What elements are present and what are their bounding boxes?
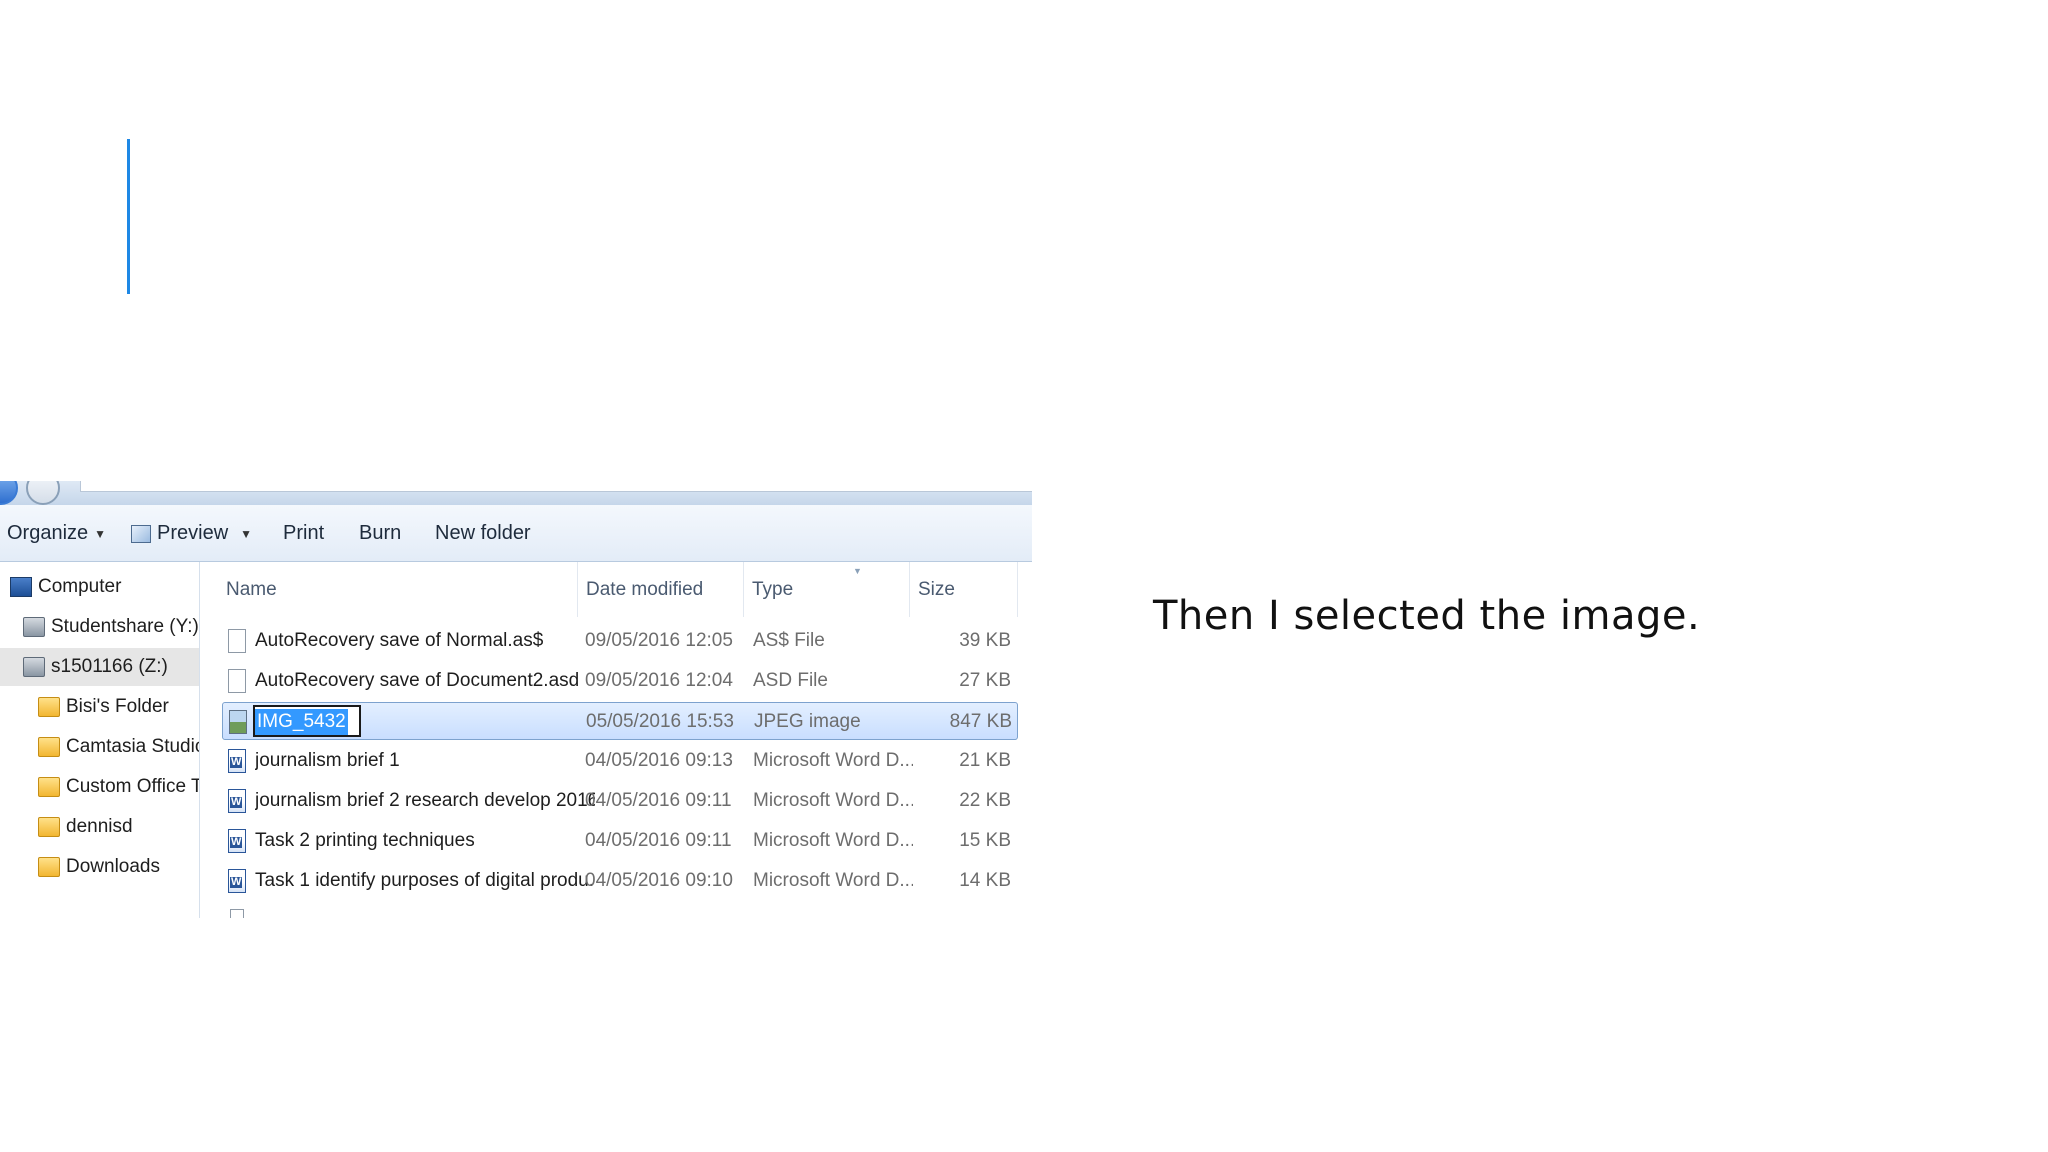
file-size: 39 KB [959,630,1011,651]
nav-item-studentshare[interactable]: Studentshare (Y:) [0,608,199,646]
file-size: 22 KB [959,790,1011,811]
file-type: ASD File [753,670,828,691]
file-row[interactable]: journalism brief 2 research develop 2016… [222,782,1018,820]
back-button[interactable] [0,481,18,505]
column-header-name[interactable]: Name [218,562,578,617]
new-folder-button[interactable]: New folder [435,505,531,561]
file-size: 14 KB [959,870,1011,891]
nav-item-label: Studentshare (Y:) [51,616,199,637]
file-name: journalism brief 1 [255,750,400,771]
explorer-window-screenshot: Organize ▼ Preview ▼ Print Burn New folder… [0,481,1032,918]
burn-button[interactable]: Burn [359,505,401,561]
rename-input[interactable]: IMG_5432 [253,705,361,737]
rename-selected-text: IMG_5432 [255,709,348,735]
file-type: Microsoft Word D... [753,870,913,891]
column-header-size[interactable]: Size [910,562,1018,617]
file-row[interactable]: AutoRecovery save of Normal.as$ 09/05/20… [222,622,1018,660]
nav-item-label: Bisi's Folder [66,696,169,717]
image-icon [229,710,247,734]
file-type: Microsoft Word D... [753,790,913,811]
document-icon [228,629,246,653]
file-row-selected[interactable]: IMG_5432 05/05/2016 15:53 JPEG image 847… [222,702,1018,740]
file-date: 09/05/2016 12:04 [585,670,733,691]
nav-item-label: Downloads [66,856,160,877]
nav-item-downloads[interactable]: Downloads [0,848,199,886]
file-type: Microsoft Word D... [753,830,913,851]
file-type: AS$ File [753,630,825,651]
file-size: 21 KB [959,750,1011,771]
dropdown-arrow-icon: ▼ [240,526,253,541]
word-document-icon [228,749,246,773]
file-name: Task 1 identify purposes of digital prod… [255,870,595,891]
nav-item-label: dennisd [66,816,133,837]
preview-icon [131,524,151,543]
file-name: Task 2 printing techniques [255,830,475,851]
file-row[interactable]: Task 2 printing techniques 04/05/2016 09… [222,822,1018,860]
word-document-icon [228,789,246,813]
word-document-icon [228,829,246,853]
nav-item-bisis-folder[interactable]: Bisi's Folder [0,688,199,726]
organize-label: Organize [7,522,89,544]
file-date: 05/05/2016 15:53 [586,711,734,732]
nav-item-label: Custom Office Templates [66,776,199,797]
folder-icon [38,817,60,837]
nav-item-computer[interactable]: Computer [0,568,199,606]
preview-button[interactable]: Preview ▼ [131,505,252,561]
document-icon [230,909,244,918]
file-date: 04/05/2016 09:10 [585,870,733,891]
file-name: journalism brief 2 research develop 2016 [255,790,595,811]
forward-button[interactable] [26,481,60,505]
file-date: 04/05/2016 09:11 [585,790,732,811]
folder-icon [38,737,60,757]
word-document-icon [228,869,246,893]
file-type: JPEG image [754,711,861,732]
file-date: 09/05/2016 12:05 [585,630,733,651]
nav-item-dennisd[interactable]: dennisd [0,808,199,846]
file-size: 15 KB [959,830,1011,851]
print-button[interactable]: Print [283,505,324,561]
command-bar: Organize ▼ Preview ▼ Print Burn New folder [0,505,1032,562]
file-name: AutoRecovery save of Document2.asd [255,670,580,691]
address-bar[interactable] [80,481,1032,492]
nav-item-label: Computer [38,576,122,597]
file-date: 04/05/2016 09:11 [585,830,732,851]
file-row[interactable]: AutoRecovery save of Document2.asd 09/05… [222,662,1018,700]
accent-bar [127,139,130,294]
navigation-pane: Computer Studentshare (Y:) s1501166 (Z:)… [0,562,200,918]
nav-item-label: Camtasia Studio [66,736,199,757]
slide-caption: Then I selected the image. [1153,593,1701,639]
organize-button[interactable]: Organize ▼ [7,505,106,561]
downloads-folder-icon [38,857,60,877]
column-header-date-modified[interactable]: Date modified [578,562,744,617]
explorer-title-strip [0,481,1032,506]
file-size: 27 KB [959,670,1011,691]
file-name: AutoRecovery save of Normal.as$ [255,630,544,651]
file-size: 847 KB [949,711,1012,732]
file-date: 04/05/2016 09:13 [585,750,733,771]
network-drive-icon [23,657,45,677]
file-row[interactable]: Task 1 identify purposes of digital prod… [222,862,1018,900]
computer-icon [10,577,32,597]
network-drive-icon [23,617,45,637]
file-type: Microsoft Word D... [753,750,913,771]
nav-item-s1501166[interactable]: s1501166 (Z:) [0,648,199,686]
column-header-type[interactable]: Type [744,562,910,617]
dropdown-arrow-icon: ▼ [94,526,107,541]
folder-icon [38,777,60,797]
nav-item-label: s1501166 (Z:) [51,656,168,677]
nav-item-camtasia-studio[interactable]: Camtasia Studio [0,728,199,766]
file-row[interactable]: journalism brief 1 04/05/2016 09:13 Micr… [222,742,1018,780]
nav-item-custom-office-templates[interactable]: Custom Office Templates [0,768,199,806]
preview-label: Preview [157,522,229,544]
file-list: Name Date modified ▼ Type Size AutoRecov… [200,562,1032,918]
folder-icon [38,697,60,717]
document-icon [228,669,246,693]
